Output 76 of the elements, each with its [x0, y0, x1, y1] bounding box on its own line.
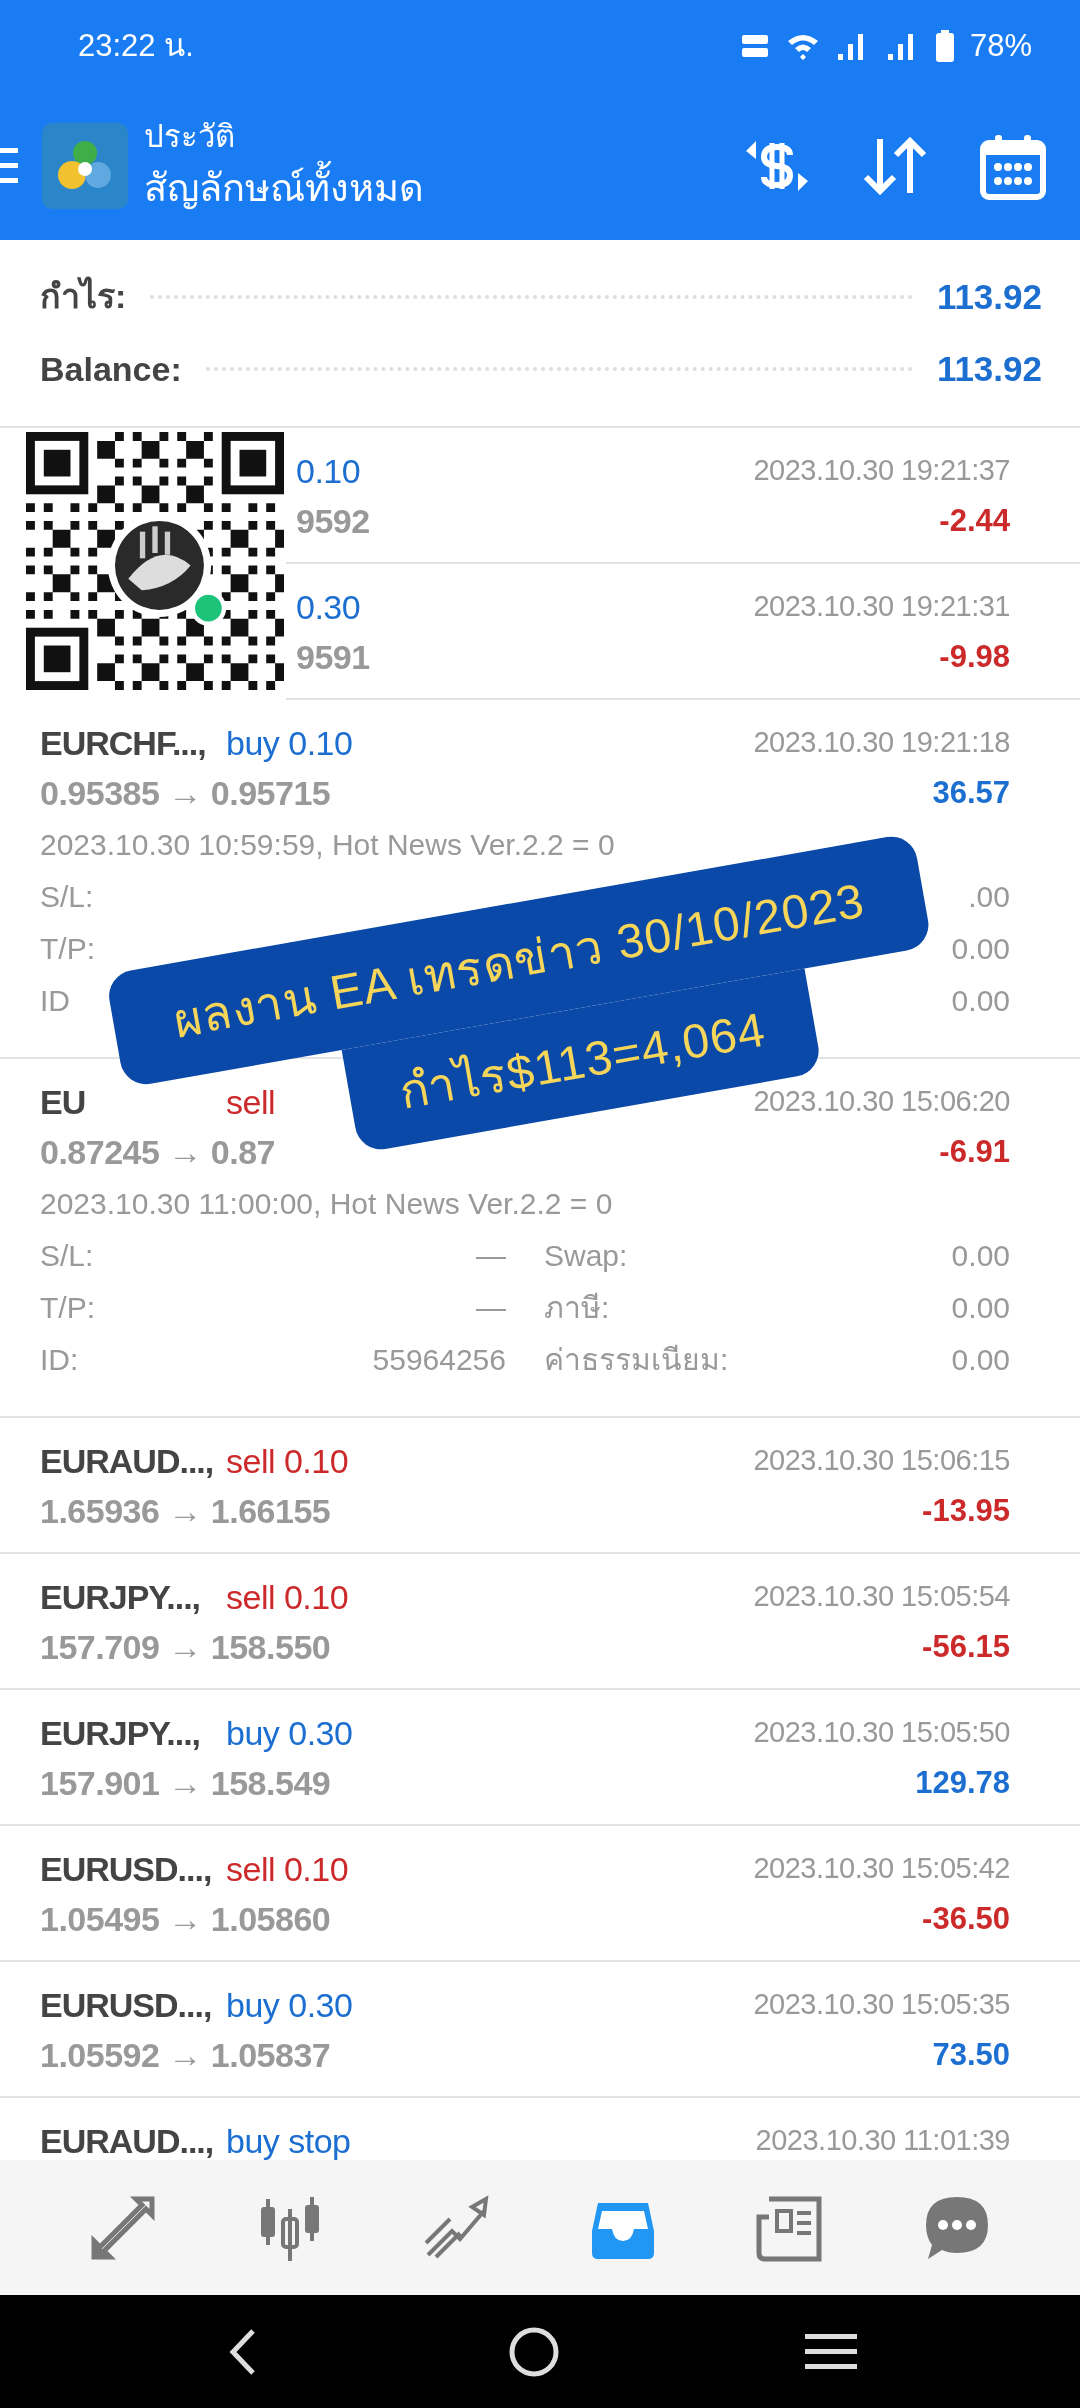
detail-label: ภาษี:	[544, 1289, 610, 1326]
summary-value: 113.92	[936, 275, 1042, 318]
trade-time: 2023.10.30 11:01:39	[755, 2123, 1010, 2159]
profit-value: -56.15	[922, 1627, 1010, 1666]
order-type: sell 0.10	[226, 1441, 349, 1480]
detail-label: T/P:	[40, 1289, 95, 1326]
trade-symbol: EURUSD...,	[40, 1848, 213, 1890]
order-type: sell 0.10	[226, 1577, 349, 1616]
price-range: 0.95385 → 0.95715	[40, 772, 331, 814]
order-type: buy 0.30	[226, 1985, 353, 2024]
detail-label: ID:	[40, 1341, 79, 1378]
price-range: 1.65936 → 1.66155	[40, 1490, 331, 1532]
trade-symbol: EURJPY...,	[40, 1712, 202, 1754]
trade-symbol: EURAUD...,	[40, 2120, 215, 2160]
screen-title: ประวัติ	[144, 118, 236, 157]
trade-time: 2023.10.30 19:21:18	[753, 725, 1010, 761]
detail-value: 55964256	[372, 1341, 506, 1378]
detail-label: ค่าธรรมเนียม:	[544, 1341, 729, 1378]
summary-label: Balance:	[40, 348, 182, 390]
detail-value: 0.00	[951, 1237, 1010, 1274]
profit-value: -2.44	[939, 501, 1010, 540]
order-type: 0.30	[296, 587, 361, 626]
profit-value: -9.98	[939, 637, 1010, 676]
trade-time: 2023.10.30 15:05:54	[753, 1579, 1010, 1615]
price-range: 157.709 → 158.550	[40, 1626, 331, 1668]
summary-label: กำไร:	[40, 275, 127, 318]
trade-symbol: EU	[40, 1081, 87, 1123]
battery-icon	[935, 30, 954, 62]
trade-time: 2023.10.30 15:05:42	[753, 1851, 1010, 1887]
detail-value: 0.00	[951, 1341, 1010, 1378]
detail-label: ID	[40, 982, 70, 1019]
price-range: 1.05592 → 1.05837	[40, 2034, 331, 2076]
trade-comment: 2023.10.30 11:00:00, Hot News Ver.2.2 = 0	[40, 1185, 614, 1222]
profit-value: -36.50	[922, 1899, 1010, 1938]
profit-value: 36.57	[932, 773, 1010, 812]
detail-label: Swap:	[544, 1237, 628, 1274]
profit-value: -6.91	[939, 1132, 1010, 1171]
price-range: 157.901 → 158.549	[40, 1762, 331, 1804]
menu-icon[interactable]	[0, 146, 18, 186]
order-type: buy stop	[226, 2121, 351, 2160]
trade-time: 2023.10.30 19:21:31	[753, 589, 1010, 625]
detail-label: S/L:	[40, 878, 94, 915]
order-type: buy 0.30	[226, 1713, 353, 1752]
order-type: 0.10	[296, 451, 361, 490]
detail-label: T/P:	[40, 930, 95, 967]
detail-label: S/L:	[40, 1237, 94, 1274]
home-icon[interactable]	[508, 2325, 560, 2378]
profit-value: 129.78	[915, 1763, 1010, 1802]
price-range: 1.05495 → 1.05860	[40, 1898, 331, 1940]
detail-value: 0.00	[951, 982, 1010, 1019]
price-range: 9591	[296, 636, 370, 678]
trade-time: 2023.10.30 15:05:35	[753, 1987, 1010, 2023]
detail-value: 0.00	[951, 930, 1010, 967]
price-range: 0.87245 → 0.87	[40, 1131, 275, 1173]
trade-symbol: EURAUD...,	[40, 1440, 215, 1482]
app-logo-icon	[42, 123, 128, 209]
battery-percent: 78%	[969, 26, 1032, 65]
trade-symbol: EURCHF...,	[40, 722, 207, 764]
trade-time: 2023.10.30 15:05:50	[753, 1715, 1010, 1751]
recents-icon[interactable]	[805, 2331, 858, 2372]
profit-value: 73.50	[932, 2035, 1010, 2074]
profit-value: -13.95	[922, 1491, 1010, 1530]
order-type: buy 0.10	[226, 723, 353, 762]
price-range: 9592	[296, 500, 370, 542]
summary-value: 113.92	[936, 348, 1042, 390]
detail-value: .00	[968, 878, 1010, 915]
detail-value: —	[476, 1289, 506, 1326]
status-time: 23:22 น.	[78, 26, 194, 65]
trade-symbol: EURUSD...,	[40, 1984, 213, 2026]
order-type: sell 0.10	[226, 1849, 349, 1888]
trade-time: 2023.10.30 15:06:15	[753, 1443, 1010, 1479]
detail-value: —	[476, 1237, 506, 1274]
trade-time: 2023.10.30 19:21:37	[753, 453, 1010, 489]
detail-value: 0.00	[951, 1289, 1010, 1326]
symbol-filter[interactable]: สัญลักษณ์ทั้งหมด	[144, 159, 742, 217]
trade-symbol: EURJPY...,	[40, 1576, 202, 1618]
